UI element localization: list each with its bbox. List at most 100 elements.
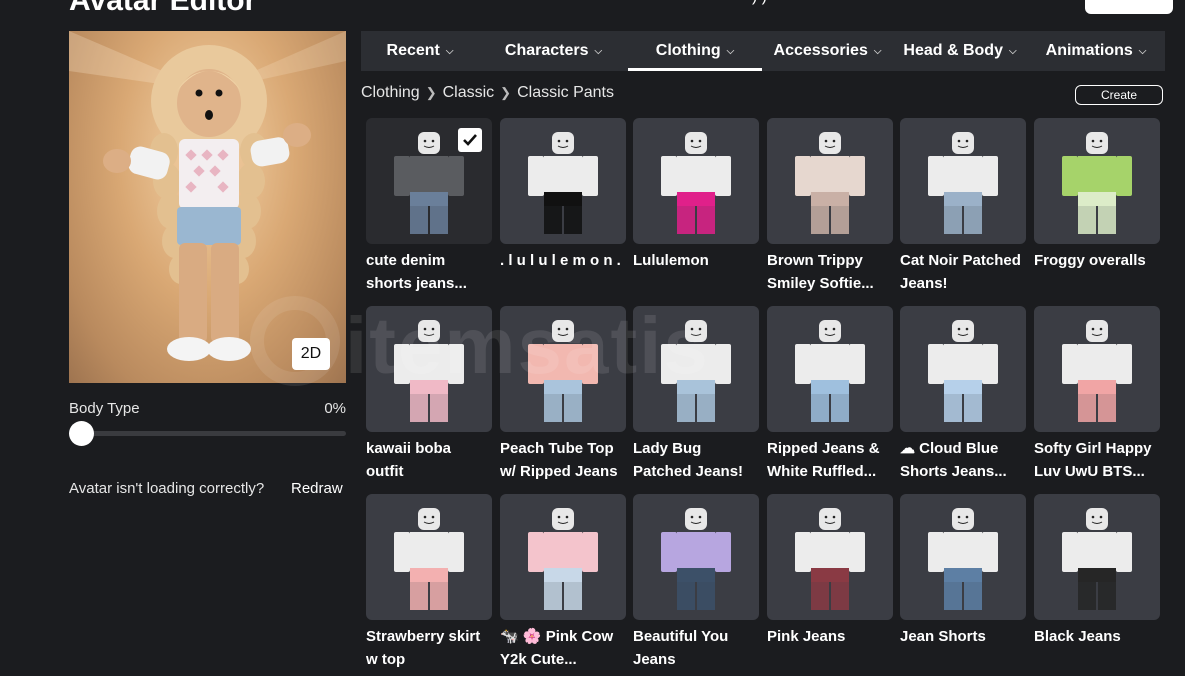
- item-thumbnail: [928, 508, 998, 610]
- item-name-line1[interactable]: Lululemon: [633, 249, 761, 272]
- body-type-slider-track[interactable]: [69, 431, 346, 436]
- item-name-line2[interactable]: Jeans!: [900, 272, 1028, 295]
- item-name-line1[interactable]: Softy Girl Happy: [1034, 437, 1162, 460]
- item-thumbnail-box[interactable]: [767, 118, 893, 244]
- item-thumbnail-box[interactable]: [900, 306, 1026, 432]
- tab-clothing[interactable]: Clothing ⌵: [628, 31, 762, 71]
- clothing-item[interactable]: Brown Trippy Smiley Softie...: [767, 118, 893, 295]
- item-name-line1[interactable]: Beautiful You: [633, 625, 761, 648]
- redraw-link[interactable]: Redraw: [291, 480, 343, 497]
- clothing-item[interactable]: Pink Jeans: [767, 494, 893, 648]
- item-name-line2[interactable]: Y2k Cute...: [500, 648, 628, 671]
- chevron-down-icon: ⌵: [594, 45, 603, 57]
- item-thumbnail-box[interactable]: [900, 118, 1026, 244]
- item-thumbnail-box[interactable]: [900, 494, 1026, 620]
- page-title: Avatar Editor: [69, 0, 257, 17]
- item-name-line2[interactable]: Shorts Jeans...: [900, 460, 1028, 483]
- header-button[interactable]: [1085, 0, 1173, 14]
- clothing-item[interactable]: Jean Shorts: [900, 494, 1026, 648]
- clothing-item[interactable]: Cat Noir Patched Jeans!: [900, 118, 1026, 295]
- item-name-line2[interactable]: White Ruffled...: [767, 460, 895, 483]
- item-name-line1[interactable]: kawaii boba: [366, 437, 494, 460]
- item-name-line2[interactable]: Smiley Softie...: [767, 272, 895, 295]
- item-thumbnail: [928, 132, 998, 234]
- body-type-label: Body Type: [69, 400, 140, 417]
- clothing-item[interactable]: Softy Girl Happy Luv UwU BTS...: [1034, 306, 1160, 483]
- item-thumbnail-box[interactable]: [1034, 494, 1160, 620]
- item-name-line2[interactable]: Jeans: [633, 648, 761, 671]
- item-name-line1[interactable]: Peach Tube Top: [500, 437, 628, 460]
- item-thumbnail-box[interactable]: [767, 306, 893, 432]
- avatar-preview: 2D: [69, 31, 346, 383]
- item-name-line2[interactable]: outfit: [366, 460, 494, 483]
- item-thumbnail-box[interactable]: [366, 118, 492, 244]
- item-thumbnail-box[interactable]: [1034, 306, 1160, 432]
- item-thumbnail-box[interactable]: [366, 306, 492, 432]
- item-name-line1[interactable]: Ripped Jeans &: [767, 437, 895, 460]
- item-thumbnail-box[interactable]: [500, 118, 626, 244]
- tab-recent[interactable]: Recent ⌵: [361, 31, 479, 71]
- tab-animations[interactable]: Animations ⌵: [1027, 31, 1165, 71]
- item-name-line2[interactable]: w top: [366, 648, 494, 671]
- item-name-line1[interactable]: Jean Shorts: [900, 625, 1028, 648]
- tab-accessories[interactable]: Accessories ⌵: [762, 31, 893, 71]
- item-thumbnail: [661, 320, 731, 422]
- item-name-line1[interactable]: Strawberry skirt: [366, 625, 494, 648]
- item-thumbnail-box[interactable]: [633, 494, 759, 620]
- clothing-item[interactable]: . l u l u l e m o n .: [500, 118, 626, 272]
- clothing-item[interactable]: Beautiful You Jeans: [633, 494, 759, 671]
- breadcrumb: Clothing ❯ Classic ❯ Classic Pants: [361, 84, 614, 102]
- item-thumbnail-box[interactable]: [500, 306, 626, 432]
- clothing-item[interactable]: Lady Bug Patched Jeans!: [633, 306, 759, 483]
- clothing-item[interactable]: Lululemon: [633, 118, 759, 272]
- create-button[interactable]: Create: [1075, 85, 1163, 105]
- chevron-down-icon: ⌵: [873, 45, 882, 57]
- checkmark-icon[interactable]: [458, 128, 482, 152]
- item-name-line1[interactable]: Brown Trippy: [767, 249, 895, 272]
- item-thumbnail: [928, 320, 998, 422]
- clothing-item[interactable]: ☁ Cloud Blue Shorts Jeans...: [900, 306, 1026, 483]
- item-thumbnail-box[interactable]: [633, 118, 759, 244]
- item-thumbnail: [795, 508, 865, 610]
- item-thumbnail: [795, 320, 865, 422]
- clothing-item[interactable]: kawaii boba outfit: [366, 306, 492, 483]
- item-name-line2[interactable]: shorts jeans...: [366, 272, 494, 295]
- item-name-line1[interactable]: Froggy overalls: [1034, 249, 1162, 272]
- clothing-item[interactable]: cute denim shorts jeans...: [366, 118, 492, 295]
- clothing-item[interactable]: Ripped Jeans & White Ruffled...: [767, 306, 893, 483]
- item-name-line1[interactable]: Lady Bug: [633, 437, 761, 460]
- clothing-item[interactable]: Froggy overalls: [1034, 118, 1160, 272]
- header-fragment: ) ): [752, 0, 767, 6]
- chevron-down-icon: ⌵: [1008, 45, 1017, 57]
- tab-characters[interactable]: Characters ⌵: [479, 31, 628, 71]
- item-thumbnail-box[interactable]: [633, 306, 759, 432]
- view-2d-button[interactable]: 2D: [292, 338, 330, 370]
- item-thumbnail-box[interactable]: [500, 494, 626, 620]
- clothing-item[interactable]: Peach Tube Top w/ Ripped Jeans: [500, 306, 626, 483]
- item-name-line1[interactable]: Black Jeans: [1034, 625, 1162, 648]
- body-type-slider-knob[interactable]: [69, 421, 94, 446]
- item-name-line2[interactable]: Patched Jeans!: [633, 460, 761, 483]
- item-thumbnail: [528, 508, 598, 610]
- item-name-line1[interactable]: Cat Noir Patched: [900, 249, 1028, 272]
- redraw-prompt: Avatar isn't loading correctly?: [69, 480, 265, 497]
- item-name-line2[interactable]: Luv UwU BTS...: [1034, 460, 1162, 483]
- tab-head-body[interactable]: Head & Body ⌵: [893, 31, 1027, 71]
- breadcrumb-clothing[interactable]: Clothing: [361, 84, 420, 102]
- item-thumbnail: [394, 508, 464, 610]
- item-name-line1[interactable]: ☁ Cloud Blue: [900, 437, 1028, 460]
- breadcrumb-classic[interactable]: Classic: [443, 84, 495, 102]
- clothing-item[interactable]: 🐄 🌸 Pink Cow Y2k Cute...: [500, 494, 626, 671]
- item-thumbnail: [1062, 508, 1132, 610]
- item-name-line2[interactable]: w/ Ripped Jeans: [500, 460, 628, 483]
- item-name-line1[interactable]: 🐄 🌸 Pink Cow: [500, 625, 628, 648]
- item-thumbnail-box[interactable]: [1034, 118, 1160, 244]
- item-name-line1[interactable]: Pink Jeans: [767, 625, 895, 648]
- clothing-item[interactable]: Black Jeans: [1034, 494, 1160, 648]
- item-name-line1[interactable]: . l u l u l e m o n .: [500, 249, 628, 272]
- clothing-item[interactable]: Strawberry skirt w top: [366, 494, 492, 671]
- item-thumbnail-box[interactable]: [366, 494, 492, 620]
- item-thumbnail-box[interactable]: [767, 494, 893, 620]
- item-name-line1[interactable]: cute denim: [366, 249, 494, 272]
- item-thumbnail: [1062, 320, 1132, 422]
